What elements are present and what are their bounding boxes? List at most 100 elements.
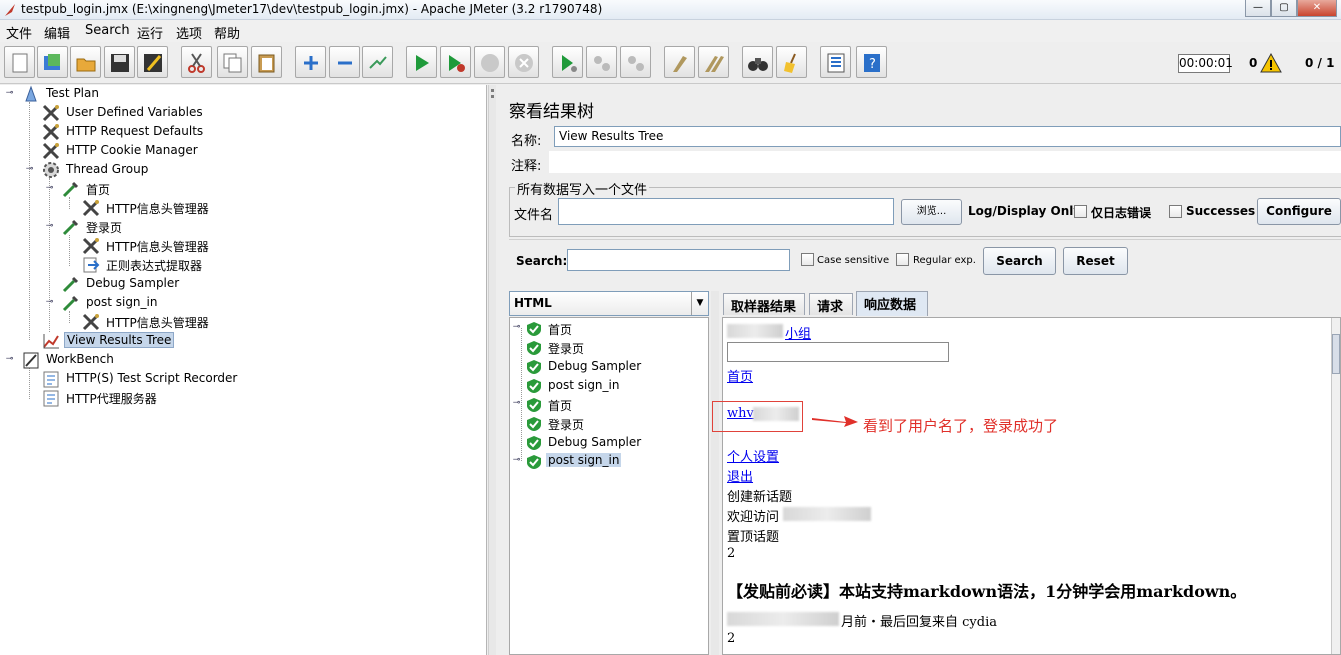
menu-edit[interactable]: 编辑 [44, 23, 70, 42]
collapse-toggle-icon[interactable]: ⊸ [5, 355, 14, 365]
expand-toggle-icon[interactable]: ⊸ [512, 323, 521, 333]
clear-all-button[interactable] [698, 46, 729, 78]
filename-field[interactable] [558, 198, 894, 225]
wrench-screwdriver-icon [82, 313, 100, 331]
copy-button[interactable] [217, 46, 248, 78]
title-bar: testpub_login.jmx (E:\xingneng\Jmeter17\… [0, 0, 1341, 20]
regex-checkbox[interactable] [896, 253, 909, 266]
successes-label: Successes [1186, 204, 1256, 218]
configure-button[interactable]: Configure [1257, 198, 1341, 225]
save-button[interactable] [104, 46, 135, 78]
cut-button[interactable] [181, 46, 212, 78]
start-button[interactable] [406, 46, 437, 78]
help-button[interactable]: ? [856, 46, 887, 78]
save-as-button[interactable] [137, 46, 168, 78]
results-splitter[interactable] [711, 291, 719, 655]
case-sensitive-checkbox[interactable] [801, 253, 814, 266]
warning-icon[interactable] [1260, 53, 1282, 73]
error-count: 0 [1249, 56, 1258, 70]
sample-result-list: ⊸ 首页 登录页 Debug Sampler post sign_in ⊸ 首页… [509, 317, 709, 655]
shutdown-button[interactable] [508, 46, 539, 78]
remote-shutdown-icon [628, 56, 644, 71]
tree-connector [29, 368, 30, 399]
search-input[interactable] [567, 249, 790, 271]
success-shield-icon [527, 360, 541, 374]
tree-connector [69, 235, 70, 266]
personal-settings-link[interactable]: 个人设置 [727, 446, 779, 465]
tree-connector [69, 197, 70, 209]
test-plan-icon [25, 85, 37, 102]
successes-checkbox[interactable] [1169, 205, 1182, 218]
wrench-screwdriver-icon [42, 123, 60, 141]
name-label: 名称: [511, 134, 542, 149]
name-field[interactable]: View Results Tree [554, 126, 1341, 147]
expand-toggle-icon[interactable]: ⊸ [512, 456, 521, 466]
paste-button[interactable] [251, 46, 282, 78]
browse-button[interactable]: 浏览... [901, 199, 962, 225]
collapse-toggle-icon[interactable]: ⊸ [45, 184, 54, 194]
main-splitter[interactable] [488, 85, 496, 655]
pipette-icon [62, 276, 79, 293]
tab-request[interactable]: 请求 [809, 293, 853, 315]
broom-icon [784, 53, 796, 73]
menu-help[interactable]: 帮助 [214, 23, 240, 42]
reset-button[interactable]: Reset [1063, 247, 1128, 275]
open-button[interactable] [70, 46, 101, 78]
renderer-select[interactable]: HTML ▼ [509, 291, 709, 316]
minimize-button[interactable]: — [1245, 0, 1271, 17]
comment-field[interactable] [549, 151, 1341, 173]
clear-button[interactable] [664, 46, 695, 78]
workbench-icon [23, 352, 39, 369]
logout-link[interactable]: 退出 [727, 466, 753, 485]
home-link[interactable]: 首页 [727, 366, 753, 385]
menu-bar: 文件 编辑 Search 运行 选项 帮助 [0, 20, 1341, 42]
search-button[interactable]: Search [983, 247, 1056, 275]
expand-all-button[interactable] [295, 46, 326, 78]
expand-toggle-icon[interactable]: ⊸ [512, 399, 521, 409]
collapse-all-button[interactable] [329, 46, 360, 78]
templates-button[interactable] [37, 46, 68, 78]
scrollbar-thumb[interactable] [1332, 334, 1340, 374]
close-button[interactable]: ✕ [1297, 0, 1337, 17]
annotation-text: 看到了用户名了，登录成功了 [863, 417, 1059, 435]
menu-file[interactable]: 文件 [6, 23, 32, 42]
tab-response-data[interactable]: 响应数据 [856, 291, 928, 316]
function-helper-button[interactable] [820, 46, 851, 78]
group-link[interactable]: 小组 [785, 323, 811, 342]
response-search-box[interactable] [727, 342, 949, 362]
topic-meta-text: 月前・最后回复来自 cydia [841, 615, 997, 630]
clear-all-icon [705, 56, 724, 72]
errors-only-checkbox[interactable] [1074, 205, 1087, 218]
svg-text:?: ? [869, 57, 876, 72]
menu-search[interactable]: Search [85, 23, 130, 38]
menu-run[interactable]: 运行 [137, 23, 163, 42]
collapse-toggle-icon[interactable]: ⊸ [45, 298, 54, 308]
remote-stop-button[interactable] [586, 46, 617, 78]
menu-options[interactable]: 选项 [176, 23, 202, 42]
tree-connector [521, 328, 522, 461]
tab-sampler-result[interactable]: 取样器结果 [723, 293, 805, 315]
success-shield-icon [527, 379, 541, 393]
collapse-toggle-icon[interactable]: ⊸ [45, 222, 54, 232]
toggle-button[interactable] [362, 46, 393, 78]
collapse-toggle-icon[interactable]: ⊸ [25, 165, 34, 175]
start-no-pauses-button[interactable] [440, 46, 471, 78]
remote-start-button[interactable] [552, 46, 583, 78]
recorder-icon [43, 390, 59, 407]
new-button[interactable] [4, 46, 35, 78]
cut-icon [188, 53, 205, 73]
view-results-tree-panel: 察看结果树 名称: View Results Tree 注释: 所有数据写入一个… [497, 85, 1341, 655]
maximize-button[interactable]: ▢ [1271, 0, 1297, 17]
reset-search-button[interactable] [776, 46, 807, 78]
start-icon [416, 55, 429, 71]
stop-button[interactable] [474, 46, 505, 78]
filename-label: 文件名 [514, 208, 554, 223]
panel-title: 察看结果树 [509, 102, 594, 122]
splitter-grip [491, 95, 494, 98]
search-button-toolbar[interactable] [742, 46, 773, 78]
jmeter-feather-icon [5, 4, 15, 16]
vertical-scrollbar[interactable] [1331, 318, 1340, 654]
collapse-toggle-icon[interactable]: ⊸ [5, 89, 14, 99]
test-plan-tree: ⊸ Test Plan User Defined Variables HTTP … [0, 85, 487, 655]
remote-shutdown-button[interactable] [620, 46, 651, 78]
